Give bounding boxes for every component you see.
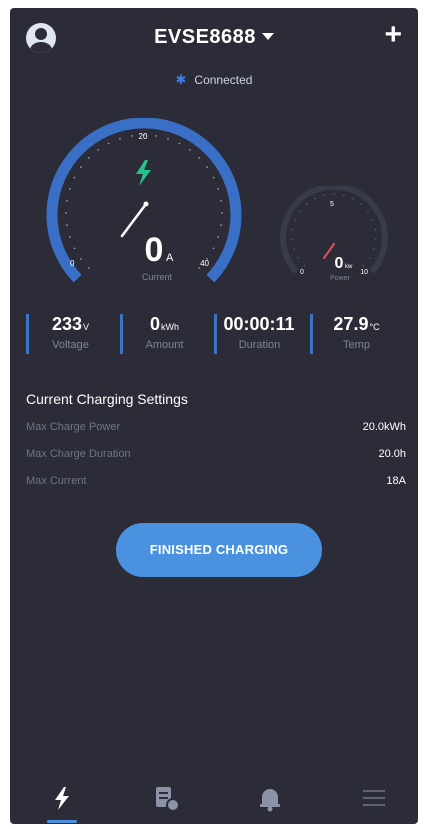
- gauge-tick: [221, 212, 223, 214]
- power-gauge-needle: [323, 243, 335, 259]
- power-gauge-min: 0: [300, 269, 304, 276]
- gauge-tick: [373, 248, 375, 250]
- gauge-tick: [343, 194, 345, 196]
- gauge-tick: [291, 238, 293, 240]
- gauge-tick: [65, 212, 67, 214]
- gauge-tick: [79, 166, 82, 169]
- device-name: EVSE8688: [154, 26, 256, 48]
- status-text: Connected: [194, 73, 253, 87]
- stat-voltage: 233V Voltage: [26, 314, 112, 354]
- setting-row: Max Current 18A: [26, 475, 406, 487]
- caret-down-icon: [261, 33, 274, 41]
- stat-temp: 27.9°C Temp: [310, 314, 400, 354]
- gauge-tick: [367, 210, 369, 212]
- gauge-tick: [118, 137, 121, 140]
- gauge-tick: [155, 135, 158, 137]
- bluetooth-icon: ✱: [175, 72, 187, 87]
- setting-row: Max Charge Power 20.0kWh: [26, 421, 406, 433]
- gauge-tick: [360, 203, 362, 205]
- gauge-tick: [87, 267, 90, 270]
- charging-settings: Current Charging Settings Max Charge Pow…: [26, 391, 406, 502]
- gauge-tick: [291, 228, 294, 231]
- power-gauge-mid: 5: [330, 201, 334, 208]
- gauge-tick: [352, 197, 354, 200]
- current-gauge-max: 40: [200, 259, 209, 268]
- gauge-tick: [188, 148, 191, 151]
- finished-charging-button[interactable]: FINISHED CHARGING: [116, 523, 322, 577]
- gauge-tick: [217, 236, 220, 239]
- current-value: 0: [145, 231, 164, 269]
- gauge-tick: [130, 135, 133, 137]
- gauge-tick: [73, 176, 76, 179]
- gauge-tick: [306, 203, 308, 205]
- gauge-tick: [303, 265, 305, 267]
- gauge-tick: [314, 197, 316, 200]
- gauge-tick: [333, 193, 335, 195]
- lightning-icon: [136, 160, 151, 186]
- gauge-tick: [73, 247, 76, 250]
- gauge-tick: [369, 257, 371, 259]
- menu-icon[interactable]: [354, 778, 394, 818]
- gauge-tick: [66, 199, 68, 202]
- gauge-tick: [212, 176, 215, 179]
- stat-duration: 00:00:11 Duration: [214, 314, 302, 354]
- current-gauge-needle: [120, 202, 148, 238]
- gauge-tick: [372, 219, 374, 221]
- gauge-tick: [167, 137, 170, 140]
- gauge-tick: [68, 236, 71, 239]
- gauge-tick: [68, 187, 71, 190]
- gauge-tick: [66, 224, 68, 227]
- header: EVSE8688 +: [10, 8, 418, 68]
- gauge-tick: [206, 166, 209, 169]
- lightning-icon[interactable]: [42, 778, 82, 818]
- active-tab-indicator: [47, 820, 77, 823]
- gauge-tick: [294, 219, 296, 221]
- setting-row: Max Charge Duration 20.0h: [26, 448, 406, 460]
- current-label: Current: [142, 272, 173, 282]
- gauge-tick: [297, 257, 299, 259]
- gauge-tick: [87, 156, 90, 159]
- current-gauge-min: 0: [70, 259, 75, 268]
- tab-bar: [10, 770, 418, 824]
- current-gauge-mid: 20: [139, 132, 148, 141]
- gauge-tick: [198, 156, 201, 159]
- gauge-tick: [217, 187, 220, 190]
- app-screen: EVSE8688 + ✱ Connected 0 20 40 0 A Curren…: [10, 8, 418, 824]
- gauge-tick: [374, 228, 377, 231]
- power-unit: kw: [345, 264, 353, 270]
- current-unit: A: [166, 252, 174, 264]
- connection-status: ✱ Connected: [10, 72, 418, 88]
- gauge-tick: [363, 265, 365, 267]
- device-selector[interactable]: EVSE8688: [10, 26, 418, 49]
- gauge-tick: [299, 210, 301, 212]
- gauge-tick: [178, 142, 181, 145]
- gauge-tick: [220, 199, 222, 202]
- stat-amount: 0kWh Amount: [120, 314, 206, 354]
- add-icon[interactable]: +: [384, 20, 402, 50]
- power-gauge-max: 10: [360, 269, 368, 276]
- gauge-tick: [375, 238, 377, 240]
- gauge-tick: [293, 248, 295, 250]
- gauge-tick: [107, 142, 110, 145]
- stats-row: 233V Voltage 0kWh Amount 00:00:11 Durati…: [10, 314, 418, 364]
- gauge-tick: [323, 194, 325, 196]
- gauge-tick: [97, 148, 100, 151]
- power-value: 0: [335, 255, 344, 272]
- current-gauge: 0 20 40 0 A Current: [46, 118, 242, 283]
- settings-title: Current Charging Settings: [26, 391, 188, 407]
- gauge-tick: [220, 224, 222, 227]
- gauge-tick: [79, 257, 82, 260]
- document-icon[interactable]: [146, 778, 186, 818]
- bell-icon[interactable]: [250, 778, 290, 818]
- gauge-tick: [212, 247, 215, 250]
- power-label: Power: [330, 275, 351, 282]
- power-gauge: 5 0 10 0 kw Power: [280, 186, 388, 282]
